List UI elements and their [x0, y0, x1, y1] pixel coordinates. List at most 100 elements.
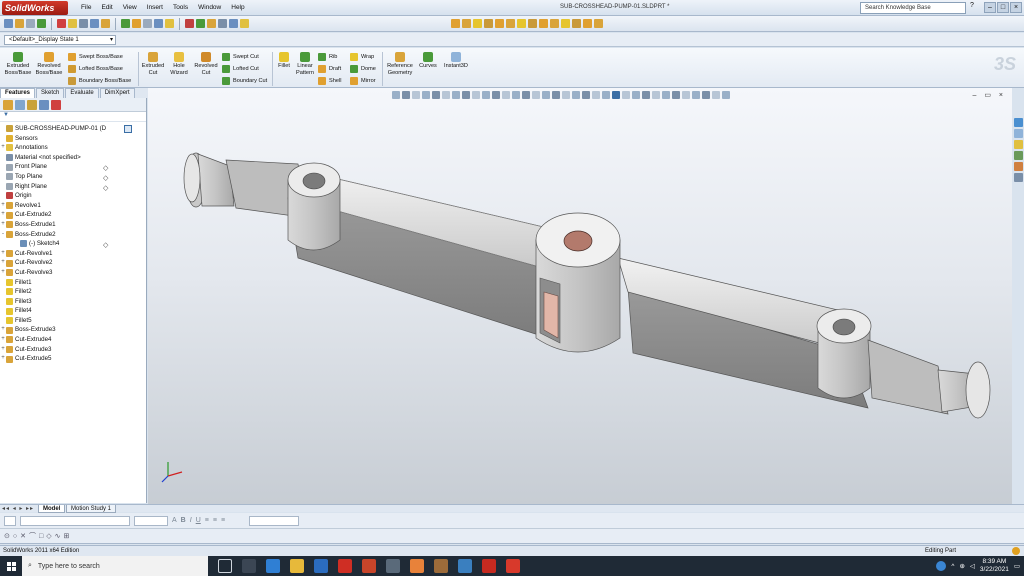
tree-item[interactable]: + Boss-Extrude1: [0, 220, 146, 230]
toolbar-button-icon[interactable]: [79, 19, 88, 28]
tree-item[interactable]: + Revolve1: [0, 201, 146, 211]
close-button[interactable]: ×: [1010, 2, 1022, 13]
task-view-icon[interactable]: [242, 559, 256, 573]
toolbar-button-icon[interactable]: [528, 19, 537, 28]
acrobat-icon[interactable]: [482, 559, 496, 573]
toolbar-button-icon[interactable]: [132, 19, 141, 28]
mirror-button[interactable]: Mirror: [350, 77, 376, 85]
toolbar-button-icon[interactable]: [495, 19, 504, 28]
feature-manager-icon[interactable]: [3, 99, 13, 110]
tab-dimxpert[interactable]: DimXpert: [99, 88, 135, 98]
menu-file[interactable]: File: [76, 4, 96, 11]
toolbar-button-icon[interactable]: [207, 19, 216, 28]
dome-button[interactable]: Dome: [350, 65, 376, 73]
filter-icon[interactable]: ▼: [0, 112, 146, 122]
instant3d-button[interactable]: Instant3D: [442, 52, 470, 70]
tab-motion-study[interactable]: Motion Study 1: [66, 505, 117, 513]
font-select[interactable]: [20, 515, 130, 526]
offset-tool-icon[interactable]: ⊞: [63, 532, 69, 540]
search-knowledge-base-input[interactable]: Search Knowledge Base: [860, 2, 966, 14]
lofted-boss-button[interactable]: Lofted Boss/Base: [68, 65, 123, 73]
tab-features[interactable]: Features: [0, 88, 36, 98]
property-manager-icon[interactable]: [15, 99, 25, 110]
align-right-button[interactable]: ≡: [221, 517, 225, 524]
tree-item[interactable]: + Cut-Extrude2: [0, 210, 146, 220]
tab-model[interactable]: Model: [38, 505, 66, 513]
visibility-icon[interactable]: ◇: [103, 164, 108, 172]
tree-item[interactable]: (-) Sketch4: [0, 239, 146, 249]
tree-item[interactable]: Material <not specified>: [0, 153, 146, 163]
panel-toggle-icon[interactable]: [124, 125, 132, 133]
tree-item[interactable]: - Boss-Extrude2: [0, 230, 146, 240]
revolved-boss-button[interactable]: Revolved Boss/Base: [34, 52, 64, 76]
shell-button[interactable]: Shell: [318, 77, 341, 85]
file-explorer-taskbar-icon[interactable]: [290, 559, 304, 573]
toolbar-button-icon[interactable]: [26, 19, 35, 28]
clock[interactable]: 8:39 AM 3/22/2021: [980, 558, 1009, 574]
tab-evaluate[interactable]: Evaluate: [65, 88, 99, 98]
toolbar-button-icon[interactable]: [101, 19, 110, 28]
wrap-button[interactable]: Wrap: [350, 53, 374, 61]
italic-button[interactable]: I: [190, 517, 192, 524]
hole-wizard-button[interactable]: Hole Wizard: [167, 52, 191, 76]
tree-item[interactable]: Fillet2: [0, 287, 146, 297]
toolbar-button-icon[interactable]: [240, 19, 249, 28]
reference-geometry-button[interactable]: Reference Geometry: [384, 52, 416, 76]
volume-icon[interactable]: ◁: [970, 562, 975, 570]
configuration-manager-icon[interactable]: [27, 99, 37, 110]
office-icon[interactable]: [362, 559, 376, 573]
linear-pattern-button[interactable]: Linear Pattern: [294, 52, 316, 76]
toolbar-button-icon[interactable]: [165, 19, 174, 28]
solidworks-active-icon[interactable]: [506, 559, 520, 573]
tree-item[interactable]: + Cut-Revolve3: [0, 268, 146, 278]
toolbar-button-icon[interactable]: [218, 19, 227, 28]
toolbar-button-icon[interactable]: [462, 19, 471, 28]
rectangle-tool-icon[interactable]: □: [39, 533, 43, 540]
firefox-icon[interactable]: [410, 559, 424, 573]
view-palette-icon[interactable]: [1013, 151, 1023, 160]
tab-sketch[interactable]: Sketch: [36, 88, 65, 98]
toolbar-button-icon[interactable]: [506, 19, 515, 28]
tree-item[interactable]: Fillet1: [0, 278, 146, 288]
boundary-cut-button[interactable]: Boundary Cut: [222, 77, 267, 85]
fillet-button[interactable]: Fillet: [274, 52, 294, 70]
tree-item[interactable]: + Boss-Extrude3: [0, 325, 146, 335]
swept-boss-button[interactable]: Swept Boss/Base: [68, 53, 123, 61]
tree-item[interactable]: Front Plane: [0, 162, 146, 172]
dimension-tool-icon[interactable]: ◇: [46, 532, 51, 540]
toolbar-button-icon[interactable]: [121, 19, 130, 28]
swept-cut-button[interactable]: Swept Cut: [222, 53, 259, 61]
network-icon[interactable]: ⊕: [959, 562, 964, 570]
menu-help[interactable]: Help: [226, 4, 249, 11]
menu-window[interactable]: Window: [193, 4, 226, 11]
menu-edit[interactable]: Edit: [96, 4, 117, 11]
status-help-icon[interactable]: [1012, 547, 1020, 555]
rib-button[interactable]: Rib: [318, 53, 337, 61]
tree-item[interactable]: + Cut-Extrude5: [0, 354, 146, 364]
solidworks-taskbar-icon[interactable]: [338, 559, 352, 573]
maximize-button[interactable]: □: [997, 2, 1009, 13]
toolbar-button-icon[interactable]: [484, 19, 493, 28]
font-size-select[interactable]: [134, 515, 168, 526]
toolbar-button-icon[interactable]: [90, 19, 99, 28]
toolbar-button-icon[interactable]: [561, 19, 570, 28]
toolbar-button-icon[interactable]: [583, 19, 592, 28]
menu-tools[interactable]: Tools: [168, 4, 193, 11]
app-icon[interactable]: [458, 559, 472, 573]
arc-tool-icon[interactable]: ⌒: [29, 531, 36, 541]
tree-item[interactable]: Right Plane: [0, 182, 146, 192]
tree-item[interactable]: + Cut-Extrude4: [0, 335, 146, 345]
graphics-viewport[interactable]: – ▭ ×: [148, 88, 1012, 504]
solidworks-logo[interactable]: SolidWorks: [2, 0, 68, 15]
tree-item[interactable]: Sensors: [0, 134, 146, 144]
toolbar-button-icon[interactable]: [229, 19, 238, 28]
trim-tool-icon[interactable]: ✕: [20, 532, 26, 540]
mail-icon[interactable]: [314, 559, 328, 573]
curves-button[interactable]: Curves: [417, 52, 439, 70]
visibility-icon[interactable]: ◇: [103, 241, 108, 249]
tree-item[interactable]: Fillet3: [0, 297, 146, 307]
extruded-boss-button[interactable]: Extruded Boss/Base: [4, 52, 32, 76]
tree-item[interactable]: + Cut-Revolve2: [0, 258, 146, 268]
visibility-icon[interactable]: ◇: [103, 174, 108, 182]
tab-scroll-arrows[interactable]: ◂◂ ◂ ▸ ▸▸: [2, 505, 34, 512]
